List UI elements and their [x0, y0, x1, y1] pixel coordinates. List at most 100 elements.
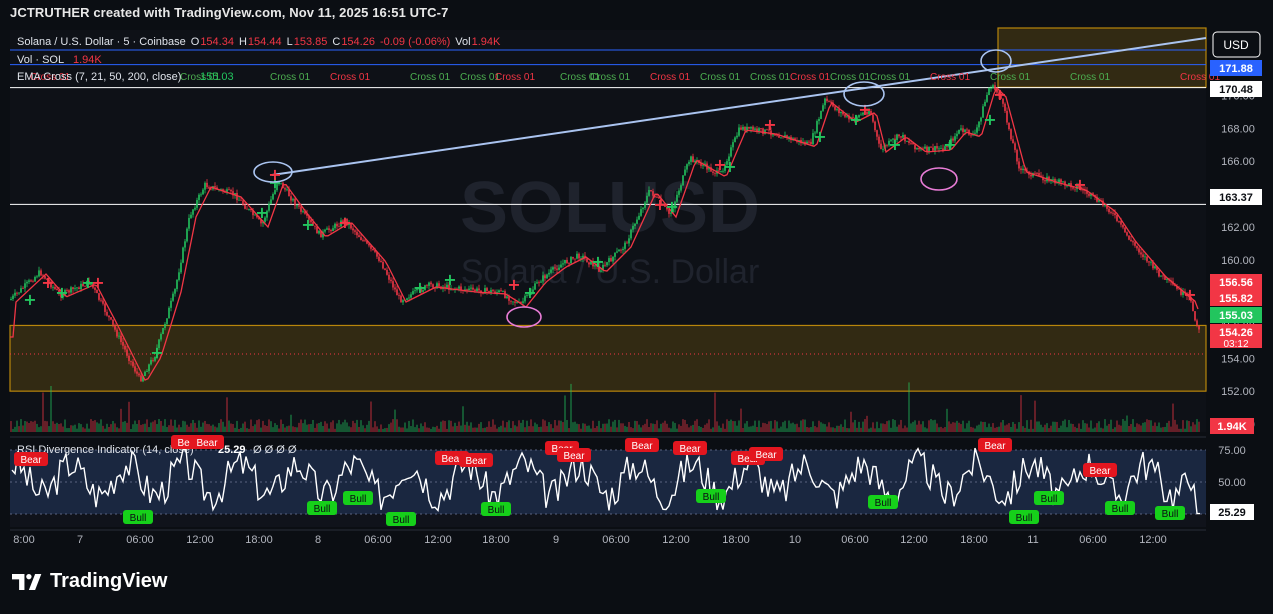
- time-tick-label: 06:00: [841, 534, 869, 546]
- volume-bar: [428, 427, 430, 432]
- candle-body: [12, 295, 14, 300]
- volume-bar: [284, 427, 286, 432]
- candle-body: [760, 128, 762, 130]
- volume-bar: [448, 420, 450, 432]
- candle-body: [326, 228, 328, 230]
- candle-body: [686, 164, 688, 170]
- volume-bar: [908, 382, 910, 432]
- candle-body: [506, 296, 508, 299]
- legend-high: 154.44: [248, 36, 282, 48]
- volume-bar: [764, 423, 766, 432]
- volume-bar: [548, 422, 550, 432]
- volume-bar: [906, 427, 908, 432]
- volume-bar: [840, 424, 842, 432]
- volume-bar: [520, 422, 522, 432]
- volume-bar: [216, 427, 218, 432]
- volume-bar: [324, 421, 326, 432]
- candle-body: [1122, 224, 1124, 228]
- volume-bar: [1100, 427, 1102, 432]
- candle-body: [34, 276, 36, 282]
- volume-bar: [804, 419, 806, 432]
- volume-bar: [516, 426, 518, 432]
- cross-label: Cross 01: [495, 72, 535, 83]
- candle-body: [822, 105, 824, 111]
- volume-bar: [952, 422, 954, 432]
- volume-bar: [256, 420, 258, 432]
- volume-bar: [436, 425, 438, 432]
- candle-body: [76, 287, 78, 289]
- volume-bar: [70, 425, 72, 432]
- volume-bar: [52, 421, 54, 432]
- time-tick-label: 06:00: [602, 534, 630, 546]
- candle-body: [1126, 232, 1128, 236]
- volume-bar: [1192, 422, 1194, 432]
- volume-bar: [916, 424, 918, 432]
- volume-bar: [292, 426, 294, 432]
- volume-bar: [838, 425, 840, 432]
- volume-bar: [930, 419, 932, 432]
- cross-label: Cross 01: [830, 72, 870, 83]
- candle-body: [622, 248, 624, 251]
- volume-bar: [526, 420, 528, 432]
- candle-body: [16, 292, 18, 294]
- volume-bar: [1098, 421, 1100, 432]
- volume-bar: [524, 427, 526, 432]
- volume-bar: [416, 424, 418, 432]
- volume-bar: [922, 421, 924, 432]
- volume-bar: [270, 421, 272, 432]
- candle-body: [18, 292, 20, 294]
- bull-badge-label: Bull: [1162, 509, 1179, 520]
- volume-legend-label: Vol · SOL: [17, 54, 64, 66]
- candle-body: [1138, 248, 1140, 253]
- volume-bar: [512, 421, 514, 432]
- price-tick-label: 168.00: [1221, 123, 1255, 135]
- candle-body: [840, 111, 842, 114]
- candle-body: [358, 235, 360, 238]
- volume-bar: [760, 427, 762, 432]
- volume-bar: [460, 425, 462, 432]
- volume-bar: [412, 419, 414, 432]
- candle-body: [1198, 325, 1200, 330]
- candle-body: [916, 147, 918, 150]
- volume-bar: [1004, 425, 1006, 432]
- volume-bar: [492, 419, 494, 432]
- volume-bar: [1174, 419, 1176, 432]
- candle-body: [940, 148, 942, 150]
- candle-body: [734, 137, 736, 143]
- volume-bar: [282, 423, 284, 432]
- time-tick-label: 12:00: [662, 534, 690, 546]
- candle-body: [576, 253, 578, 259]
- volume-bar: [622, 423, 624, 432]
- tradingview-brand[interactable]: TradingView: [12, 570, 167, 593]
- volume-bar: [510, 428, 512, 432]
- volume-bar: [934, 419, 936, 432]
- volume-bar: [1104, 419, 1106, 432]
- candle-body: [628, 238, 630, 244]
- candle-body: [966, 129, 968, 131]
- candle-body: [906, 141, 908, 142]
- volume-bar: [1162, 427, 1164, 432]
- volume-bar: [192, 419, 194, 432]
- volume-bar: [310, 424, 312, 432]
- volume-bar: [264, 425, 266, 432]
- volume-bar: [358, 426, 360, 432]
- volume-bar: [142, 424, 144, 432]
- volume-bar: [836, 425, 838, 432]
- volume-bar: [430, 428, 432, 432]
- volume-bar: [190, 423, 192, 432]
- price-tick-label: 162.00: [1221, 222, 1255, 234]
- candle-body: [352, 228, 354, 231]
- volume-bar: [486, 426, 488, 432]
- volume-bar: [40, 426, 42, 432]
- candle-body: [428, 282, 430, 286]
- volume-bar: [1184, 428, 1186, 432]
- cross-down-marker: +: [41, 273, 54, 292]
- volume-bar: [152, 421, 154, 432]
- volume-bar: [736, 425, 738, 432]
- volume-bar: [76, 428, 78, 432]
- candle-body: [32, 281, 34, 283]
- chart-canvas[interactable]: SOLUSDSolana / U.S. Dollar+ +++++++ ++++++…: [0, 0, 1273, 614]
- volume-bar: [174, 419, 176, 432]
- volume-bar: [46, 421, 48, 432]
- volume-bar: [332, 420, 334, 432]
